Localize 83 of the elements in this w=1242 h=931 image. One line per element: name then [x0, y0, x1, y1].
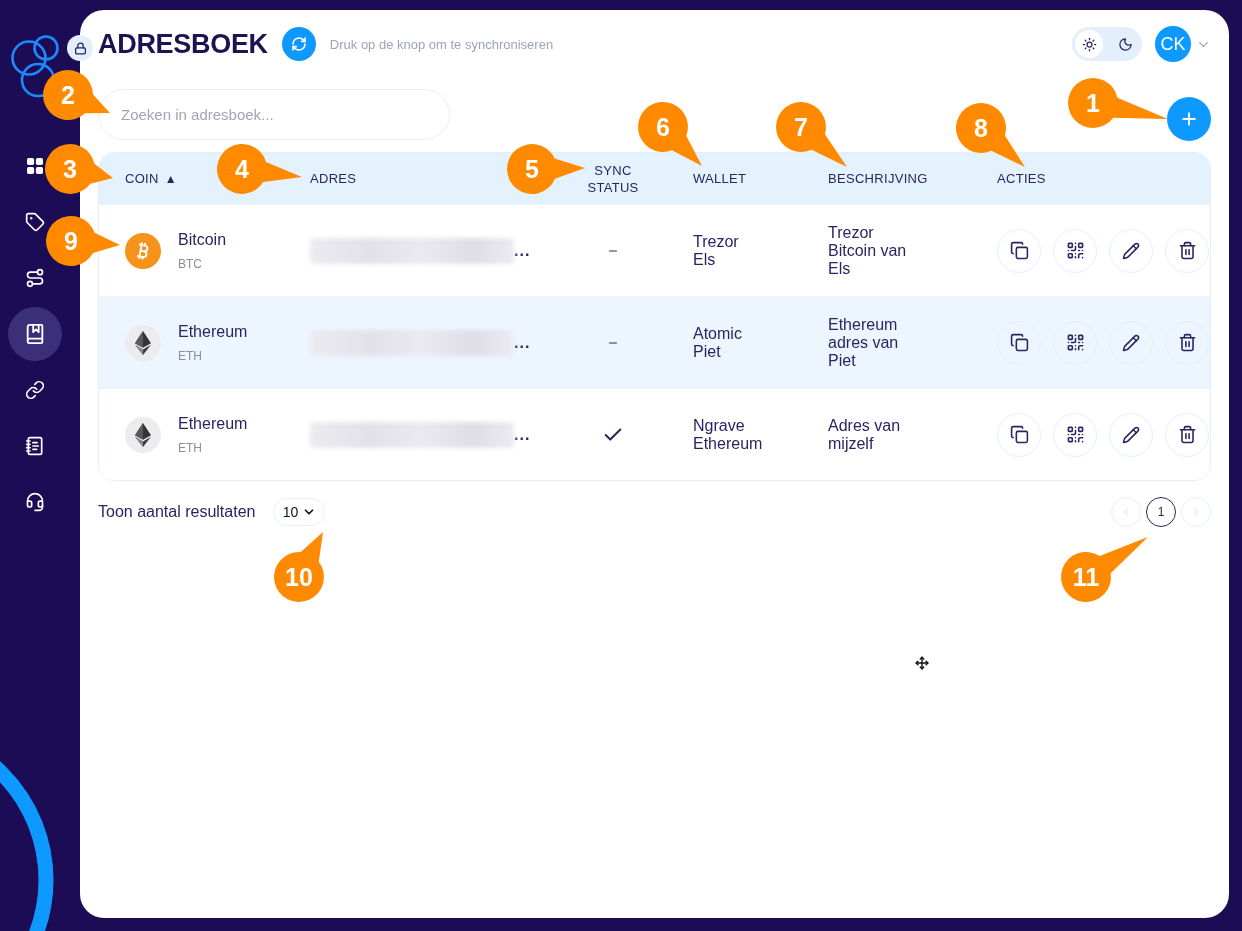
nav-button[interactable] [25, 268, 45, 288]
address-text: ... [514, 425, 531, 444]
wallet-name: Trezor Els [693, 232, 739, 269]
link-icon [25, 380, 45, 400]
page-size-label: Toon aantal resultaten [98, 503, 256, 521]
page-button[interactable]: 1 [1146, 497, 1176, 527]
column-header[interactable]: WALLET [693, 170, 747, 187]
add-button[interactable] [1167, 97, 1211, 141]
nav-button[interactable] [25, 380, 45, 400]
coin-symbol: ETH [178, 441, 203, 455]
callout-number: 4 [234, 156, 250, 182]
nav-button[interactable] [25, 436, 45, 456]
coin-name: Ethereum [178, 414, 248, 434]
plus-icon [1179, 109, 1199, 129]
ethereum-icon [125, 324, 161, 361]
moon-icon [1117, 36, 1133, 52]
copy-icon [1009, 425, 1029, 444]
copy-icon [1009, 333, 1029, 352]
address-text: ... [514, 333, 531, 352]
lock-icon [67, 35, 93, 61]
callout-number: 1 [1085, 90, 1101, 116]
copy-icon [1009, 241, 1029, 260]
callout-bubble [274, 532, 324, 602]
column-header[interactable]: BESCHRIJVING [828, 170, 997, 187]
theme-option[interactable] [1075, 30, 1103, 58]
callout-bubble [45, 144, 113, 194]
ethereum-icon [125, 416, 161, 453]
nav-button[interactable] [25, 492, 45, 512]
sun-icon [1081, 36, 1097, 52]
pencil-icon [1122, 425, 1140, 444]
bitcoin-icon [125, 232, 161, 269]
callout-number: 9 [63, 228, 79, 254]
sort-indicator[interactable]: ▲ [164, 172, 177, 185]
sync-button[interactable] [281, 27, 316, 61]
callout-bubble [956, 103, 1025, 167]
page-size-select[interactable]: 10 [273, 498, 326, 526]
trash-icon [1177, 241, 1197, 260]
tag-icon [25, 212, 45, 232]
book-icon [24, 323, 46, 345]
callout-number: 10 [284, 564, 314, 590]
callout-number: 6 [655, 114, 671, 140]
qr-code-icon [1065, 241, 1085, 260]
column-header[interactable]: SYNC STATUS [587, 161, 639, 196]
pencil-icon [1122, 333, 1140, 352]
qr-code-icon [1065, 333, 1085, 352]
column-header[interactable]: COIN [125, 170, 159, 187]
logo-icon [10, 33, 60, 99]
callout-number: 3 [62, 156, 78, 182]
refresh-icon [290, 36, 307, 52]
coin-name: Bitcoin [178, 230, 227, 250]
callout-bubble [776, 102, 847, 167]
callout-number: 7 [793, 114, 809, 140]
sync-hint: Druk op de knop om te synchroniseren [329, 36, 554, 52]
pencil-icon [1122, 241, 1140, 260]
address-text: ... [514, 241, 531, 260]
grid-icon [27, 158, 43, 174]
qr-code-icon [1065, 425, 1085, 444]
wallet-name: Ngrave Ethereum [693, 416, 763, 453]
wallet-name: Atomic Piet [693, 324, 742, 361]
move-cursor-icon [915, 656, 929, 670]
nav-button[interactable] [27, 158, 43, 174]
search-field[interactable]: Zoeken in adresboek... [98, 89, 450, 140]
trash-icon [1177, 425, 1197, 444]
description-text: Trezor Bitcoin van Els [828, 223, 908, 278]
callout-number: 5 [524, 156, 540, 182]
callout-number: 11 [1071, 564, 1101, 590]
document-icon [25, 436, 45, 456]
coin-name: Ethereum [178, 322, 248, 342]
callout-number: 8 [973, 115, 989, 141]
page-title: ADRESBOEK [98, 28, 268, 60]
column-header[interactable]: ACTIES [997, 170, 1210, 187]
coin-symbol: BTC [178, 257, 203, 271]
nav-button[interactable] [8, 307, 62, 361]
description-text: Adres van mijzelf [828, 416, 902, 453]
callout-bubble [43, 70, 110, 120]
route-icon [25, 268, 45, 288]
trash-icon [1177, 333, 1197, 352]
callout-bubble [638, 102, 702, 166]
callout-number: 2 [60, 82, 76, 108]
headset-icon [25, 492, 45, 512]
nav-button[interactable] [25, 212, 45, 232]
coin-symbol: ETH [178, 349, 203, 363]
description-text: Ethereum adres van Piet [828, 315, 900, 370]
